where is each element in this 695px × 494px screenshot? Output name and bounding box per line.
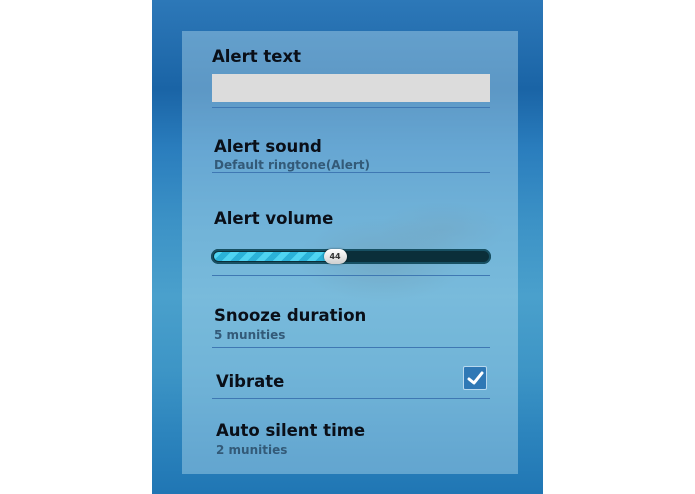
divider — [212, 398, 490, 399]
alert-text-label: Alert text — [212, 47, 301, 66]
snooze-duration-value: 5 munities — [214, 328, 286, 342]
divider — [212, 347, 490, 348]
alert-text-input[interactable] — [212, 74, 490, 102]
divider — [212, 172, 490, 173]
auto-silent-time-value: 2 munities — [216, 443, 288, 457]
alert-sound-value: Default ringtone(Alert) — [214, 158, 370, 172]
settings-panel: Alert text Alert sound Default ringtone(… — [182, 31, 518, 474]
alert-volume-label: Alert volume — [214, 209, 334, 228]
snooze-duration-label: Snooze duration — [214, 306, 367, 325]
alert-sound-label: Alert sound — [214, 137, 322, 156]
screen-background: Alert text Alert sound Default ringtone(… — [152, 0, 543, 494]
volume-slider-track[interactable] — [211, 249, 491, 264]
volume-slider-fill — [214, 252, 335, 261]
divider — [212, 107, 490, 108]
divider — [212, 275, 490, 276]
checkmark-icon — [467, 371, 484, 385]
vibrate-checkbox[interactable] — [463, 366, 487, 390]
vibrate-label: Vibrate — [216, 372, 285, 391]
auto-silent-time-label: Auto silent time — [216, 421, 366, 440]
volume-slider-thumb[interactable]: 44 — [323, 249, 347, 264]
